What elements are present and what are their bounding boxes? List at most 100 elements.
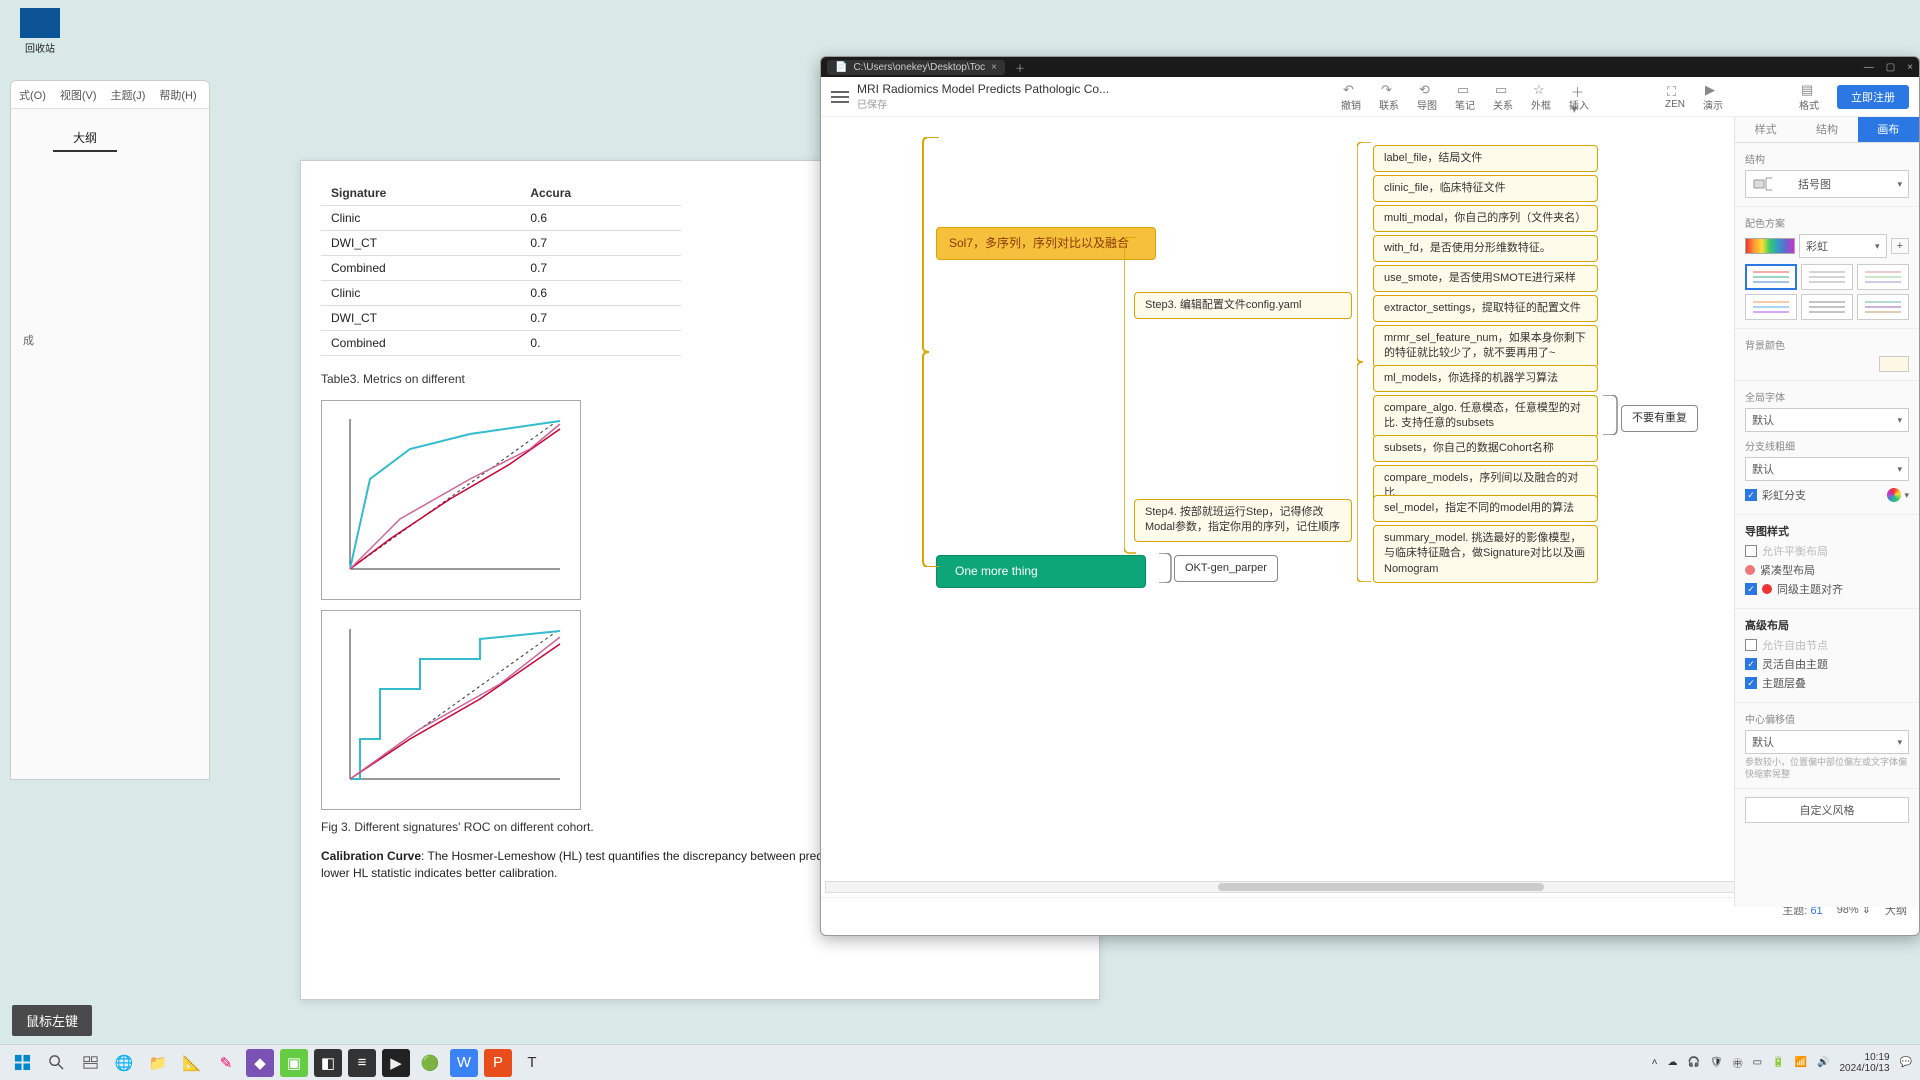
structure-dropdown[interactable]: 括号图 ▾ (1745, 170, 1909, 198)
menu-item[interactable]: 帮助(H) (159, 87, 196, 103)
edge-button[interactable]: 🌐 (110, 1049, 138, 1077)
line-width-dropdown[interactable]: 默认▾ (1745, 457, 1909, 481)
map-button[interactable]: ⟲导图 (1417, 82, 1437, 112)
mindmap-window: 📄 C:\Users\onekey\Desktop\Toc × ＋ — ▢ × … (820, 56, 1920, 936)
freeform-checkbox[interactable] (1745, 639, 1757, 651)
explorer-button[interactable]: 📁 (144, 1049, 172, 1077)
format-button[interactable]: ▤格式 (1799, 82, 1819, 112)
chevron-down-icon[interactable]: ▾ (1904, 490, 1909, 501)
frame-button[interactable]: ☆外框 (1531, 82, 1551, 112)
register-button[interactable]: 立即注册 (1837, 85, 1909, 109)
color-dropdown[interactable]: 彩虹 ▾ (1799, 234, 1887, 258)
rainbow-branch-checkbox[interactable]: ✓ (1745, 489, 1757, 501)
close-window-icon[interactable]: × (1907, 62, 1913, 73)
table-cell: 0.6 (520, 281, 681, 306)
tray-notifications-icon[interactable]: 💬 (1900, 1057, 1912, 1068)
style-preset[interactable] (1857, 264, 1909, 290)
outline-item[interactable]: 成 (23, 332, 197, 348)
present-button[interactable]: ▶演示 (1703, 82, 1723, 112)
node-one-more[interactable]: One more thing (936, 555, 1146, 588)
node-cfg[interactable]: mrmr_sel_feature_num，如果本身你剩下的特征就比较少了，就不要… (1373, 325, 1598, 368)
style-preset[interactable] (1801, 294, 1853, 320)
taskview-button[interactable] (76, 1049, 104, 1077)
note-button[interactable]: ▭笔记 (1455, 82, 1475, 112)
node-cfg[interactable]: summary_model. 挑选最好的影像模型，与临床特征融合，做Signat… (1373, 525, 1598, 583)
app-icon-5[interactable]: ◧ (314, 1049, 342, 1077)
style-preset[interactable] (1745, 294, 1797, 320)
node-cfg[interactable]: clinic_file，临床特征文件 (1373, 175, 1598, 202)
node-step4[interactable]: Step4. 按部就班运行Step，记得修改Modal参数，指定你用的序列，记住… (1134, 499, 1352, 542)
format-tab-canvas[interactable]: 画布 (1858, 117, 1919, 142)
desktop-recycle-bin[interactable]: 回收站 (10, 8, 70, 55)
tray-headset-icon[interactable]: 🎧 (1688, 1057, 1700, 1068)
menu-item[interactable]: 式(O) (19, 87, 46, 103)
node-step3[interactable]: Step3. 编辑配置文件config.yaml (1134, 292, 1352, 319)
node-cfg[interactable]: use_smote，是否使用SMOTE进行采样 (1373, 265, 1598, 292)
node-no-repeat[interactable]: 不要有重复 (1621, 405, 1698, 432)
node-cfg[interactable]: sel_model，指定不同的model用的算法 (1373, 495, 1598, 522)
tray-chevron-icon[interactable]: ˄ (1652, 1057, 1658, 1068)
node-cfg[interactable]: subsets，你自己的数据Cohort名称 (1373, 435, 1598, 462)
taskbar-clock[interactable]: 10:19 2024/10/13 (1839, 1052, 1889, 1074)
node-cfg[interactable]: extractor_settings，提取特征的配置文件 (1373, 295, 1598, 322)
tray-action-icon[interactable]: ▭ (1753, 1057, 1762, 1068)
format-tab-structure[interactable]: 结构 (1796, 117, 1857, 142)
undo-button[interactable]: ↶撤销 (1341, 82, 1361, 112)
search-button[interactable] (42, 1049, 70, 1077)
app-icon-8[interactable]: 🟢 (416, 1049, 444, 1077)
app-icon-9[interactable]: W (450, 1049, 478, 1077)
node-cfg[interactable]: multi_modal，你自己的序列（文件夹名） (1373, 205, 1598, 232)
tray-volume-icon[interactable]: 🔊 (1817, 1057, 1829, 1068)
node-okt[interactable]: OKT-gen_parper (1174, 555, 1278, 582)
app-icon-7[interactable]: ▶ (382, 1049, 410, 1077)
close-tab-icon[interactable]: × (991, 62, 997, 73)
minimize-icon[interactable]: — (1864, 62, 1874, 73)
node-cfg[interactable]: label_file，结局文件 (1373, 145, 1598, 172)
node-sol7[interactable]: Sol7，多序列，序列对比以及融合 (936, 227, 1156, 260)
node-cfg[interactable]: compare_algo. 任意模态，任意模型的对比. 支持任意的subsets (1373, 395, 1598, 438)
tray-battery-icon[interactable]: 🔋 (1772, 1057, 1784, 1068)
font-dropdown[interactable]: 默认▾ (1745, 408, 1909, 432)
tray-onedrive-icon[interactable]: ☁ (1668, 1057, 1678, 1068)
menu-item[interactable]: 视图(V) (60, 87, 97, 103)
custom-style-button[interactable]: 自定义风格 (1745, 797, 1909, 823)
maximize-icon[interactable]: ▢ (1886, 62, 1895, 73)
app-icon-6[interactable]: ≡ (348, 1049, 376, 1077)
balance-checkbox[interactable] (1745, 545, 1757, 557)
bg-color-swatch[interactable] (1879, 356, 1909, 372)
app-icon-3[interactable]: ◆ (246, 1049, 274, 1077)
outline-tab[interactable]: 大纲 (53, 125, 117, 152)
tray-wifi-icon[interactable]: 📶 (1795, 1057, 1807, 1068)
contact-button[interactable]: ↷联系 (1379, 82, 1399, 112)
zen-button[interactable]: ⛶ZEN (1665, 84, 1685, 110)
file-tab[interactable]: 📄 C:\Users\onekey\Desktop\Toc × (827, 60, 1005, 75)
hamburger-icon[interactable] (831, 91, 849, 103)
start-button[interactable] (8, 1049, 36, 1077)
node-cfg[interactable]: ml_models，你选择的机器学习算法 (1373, 365, 1598, 392)
tray-shield-icon[interactable]: 🛡 (1710, 1057, 1723, 1068)
align-checkbox[interactable]: ✓ (1745, 583, 1757, 595)
menu-item[interactable]: 主题(J) (111, 87, 146, 103)
app-icon-11[interactable]: T (518, 1049, 546, 1077)
windows-icon (14, 1054, 31, 1071)
tray-lang-icon[interactable]: ㊥ (1733, 1055, 1743, 1070)
app-icon-4[interactable]: ▣ (280, 1049, 308, 1077)
overlap-checkbox[interactable]: ✓ (1745, 677, 1757, 689)
format-icon: ▤ (1801, 82, 1817, 96)
style-preset[interactable] (1801, 264, 1853, 290)
format-tab-style[interactable]: 样式 (1735, 117, 1796, 142)
app-icon-1[interactable]: 📐 (178, 1049, 206, 1077)
add-color-button[interactable]: + (1891, 238, 1909, 254)
style-preset[interactable] (1857, 294, 1909, 320)
center-offset-dropdown[interactable]: 默认▾ (1745, 730, 1909, 754)
relation-button[interactable]: ▭关系 (1493, 82, 1513, 112)
new-tab-button[interactable]: ＋ (1013, 60, 1027, 75)
scrollbar-thumb[interactable] (1218, 883, 1544, 891)
insert-button[interactable]: ＋▾插入 (1569, 82, 1589, 112)
node-cfg[interactable]: with_fd，是否使用分形维数特征。 (1373, 235, 1598, 262)
freetheme-checkbox[interactable]: ✓ (1745, 658, 1757, 670)
option-label[interactable]: 紧凑型布局 (1760, 562, 1815, 578)
app-icon-10[interactable]: P (484, 1049, 512, 1077)
style-preset[interactable] (1745, 264, 1797, 290)
app-icon-2[interactable]: ✎ (212, 1049, 240, 1077)
